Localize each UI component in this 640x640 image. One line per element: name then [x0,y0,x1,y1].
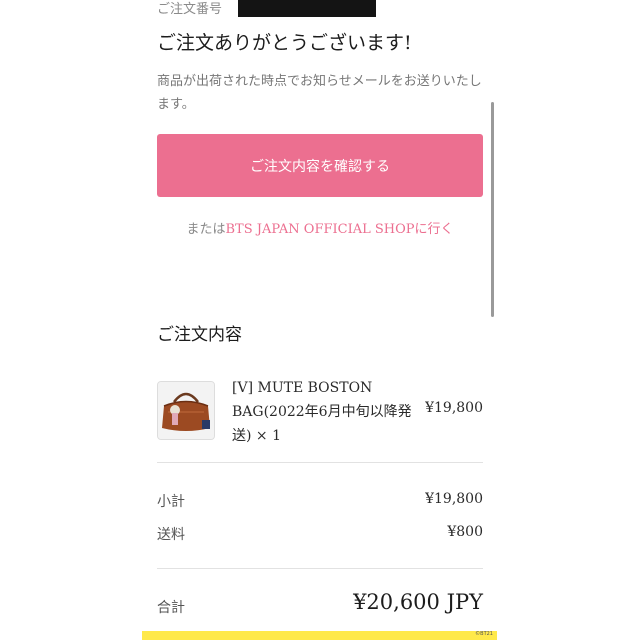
shop-link[interactable]: BTS JAPAN OFFICIAL SHOPに行く [225,222,453,237]
shop-link-text: BTS JAPAN OFFICIAL SHOP [225,222,415,237]
shop-link-row: またはBTS JAPAN OFFICIAL SHOPに行く [157,218,483,237]
confirm-order-button[interactable]: ご注文内容を確認する [157,134,483,197]
subtotal-label: 小計 [157,494,185,510]
product-price: ¥19,800 [425,400,483,416]
product-thumbnail [157,381,215,440]
total-label: 合計 [157,600,185,616]
shipping-value: ¥800 [447,524,483,540]
bag-image [158,382,214,439]
footer-tag: ©BT21 [475,631,493,637]
subtotal-value: ¥19,800 [425,491,483,507]
product-name: [V] MUTE BOSTON BAG(2022年6月中旬以降発送) × 1 [232,380,412,444]
shop-link-suffix: に行く [414,222,454,237]
total-value: ¥20,600 JPY [353,590,483,614]
scrollbar[interactable] [491,102,494,317]
footer-bar: ©BT21 [142,631,497,640]
divider [157,568,483,569]
order-number-text: ご注文番号 [157,1,223,17]
shipping-label: 送料 [157,527,185,543]
order-details-title: ご注文内容 [157,325,242,345]
page-title: ご注文ありがとうございます! [157,32,412,54]
shop-link-prefix: または [186,222,226,237]
redacted-order-number [238,0,376,17]
shipping-notice: 商品が出荷された時点でお知らせメールをお送りいたします。 [157,74,482,112]
order-number-label: ご注文番号 [157,0,222,17]
divider [157,462,483,463]
